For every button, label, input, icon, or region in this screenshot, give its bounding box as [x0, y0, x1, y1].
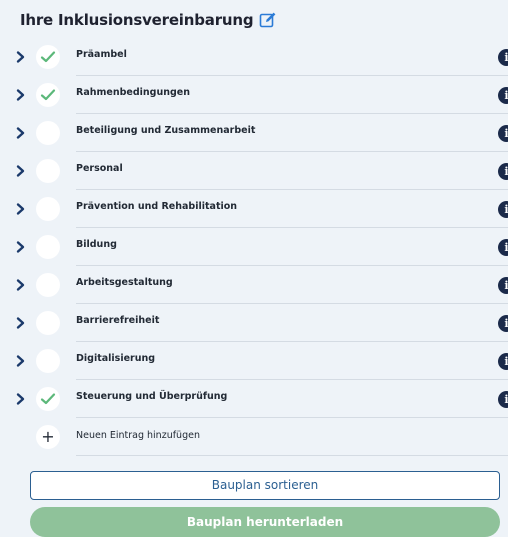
add-entry-label: Neuen Eintrag hinzufügen — [76, 430, 200, 441]
section-row[interactable]: Beteiligung und Zusammenarbeit i — [0, 114, 508, 152]
info-icon[interactable]: i — [498, 391, 508, 408]
checkmark-icon — [36, 387, 60, 411]
checkmark-icon — [36, 45, 60, 69]
row-divider — [76, 455, 508, 456]
section-row[interactable]: Barrierefreiheit i — [0, 304, 508, 342]
download-blueprint-button[interactable]: Bauplan herunterladen — [30, 507, 500, 537]
section-row[interactable]: Steuerung und Überprüfung i — [0, 380, 508, 418]
section-row[interactable]: Rahmenbedingungen i — [0, 76, 508, 114]
status-circle — [36, 349, 60, 373]
section-label: Bildung — [76, 239, 117, 250]
info-icon[interactable]: i — [498, 125, 508, 142]
sort-blueprint-button[interactable]: Bauplan sortieren — [30, 471, 500, 500]
section-label: Barrierefreiheit — [76, 315, 160, 326]
status-circle — [36, 159, 60, 183]
section-row[interactable]: Präambel i — [0, 38, 508, 76]
status-circle — [36, 235, 60, 259]
section-label: Prävention und Rehabilitation — [76, 201, 238, 212]
chevron-right-icon[interactable] — [14, 164, 28, 178]
section-row[interactable]: Bildung i — [0, 228, 508, 266]
section-row[interactable]: Prävention und Rehabilitation i — [0, 190, 508, 228]
section-row[interactable]: Personal i — [0, 152, 508, 190]
chevron-right-icon[interactable] — [14, 354, 28, 368]
page-title: Ihre Inklusionsvereinbarung — [20, 11, 254, 29]
section-list: Präambel i Rahmenbedingungen i Beteiligung u… — [0, 38, 508, 456]
chevron-right-icon[interactable] — [14, 240, 28, 254]
status-circle — [36, 273, 60, 297]
add-entry-row[interactable]: + Neuen Eintrag hinzufügen — [0, 418, 508, 456]
status-circle — [36, 121, 60, 145]
section-row[interactable]: Arbeitsgestaltung i — [0, 266, 508, 304]
section-row[interactable]: Digitalisierung i — [0, 342, 508, 380]
plus-icon: + — [36, 425, 60, 449]
chevron-right-icon[interactable] — [14, 316, 28, 330]
inclusion-agreement-panel: Ihre Inklusionsvereinbarung Präambel i Rah… — [0, 0, 508, 537]
section-label: Beteiligung und Zusammenarbeit — [76, 125, 256, 136]
info-icon[interactable]: i — [498, 49, 508, 66]
section-label: Digitalisierung — [76, 353, 156, 364]
chevron-right-icon[interactable] — [14, 392, 28, 406]
info-icon[interactable]: i — [498, 353, 508, 370]
info-icon[interactable]: i — [498, 163, 508, 180]
section-label: Rahmenbedingungen — [76, 87, 190, 98]
info-icon[interactable]: i — [498, 87, 508, 104]
section-label: Personal — [76, 163, 123, 174]
info-icon[interactable]: i — [498, 277, 508, 294]
checkmark-icon — [36, 83, 60, 107]
panel-header: Ihre Inklusionsvereinbarung — [20, 9, 277, 31]
chevron-right-icon[interactable] — [14, 88, 28, 102]
info-icon[interactable]: i — [498, 201, 508, 218]
section-label: Präambel — [76, 49, 127, 60]
info-icon[interactable]: i — [498, 239, 508, 256]
section-label: Steuerung und Überprüfung — [76, 391, 228, 402]
status-circle — [36, 197, 60, 221]
edit-pencil-icon[interactable] — [259, 11, 277, 29]
chevron-right-icon[interactable] — [14, 126, 28, 140]
info-icon[interactable]: i — [498, 315, 508, 332]
chevron-right-icon[interactable] — [14, 202, 28, 216]
chevron-right-icon[interactable] — [14, 278, 28, 292]
chevron-right-icon[interactable] — [14, 50, 28, 64]
status-circle — [36, 311, 60, 335]
section-label: Arbeitsgestaltung — [76, 277, 173, 288]
